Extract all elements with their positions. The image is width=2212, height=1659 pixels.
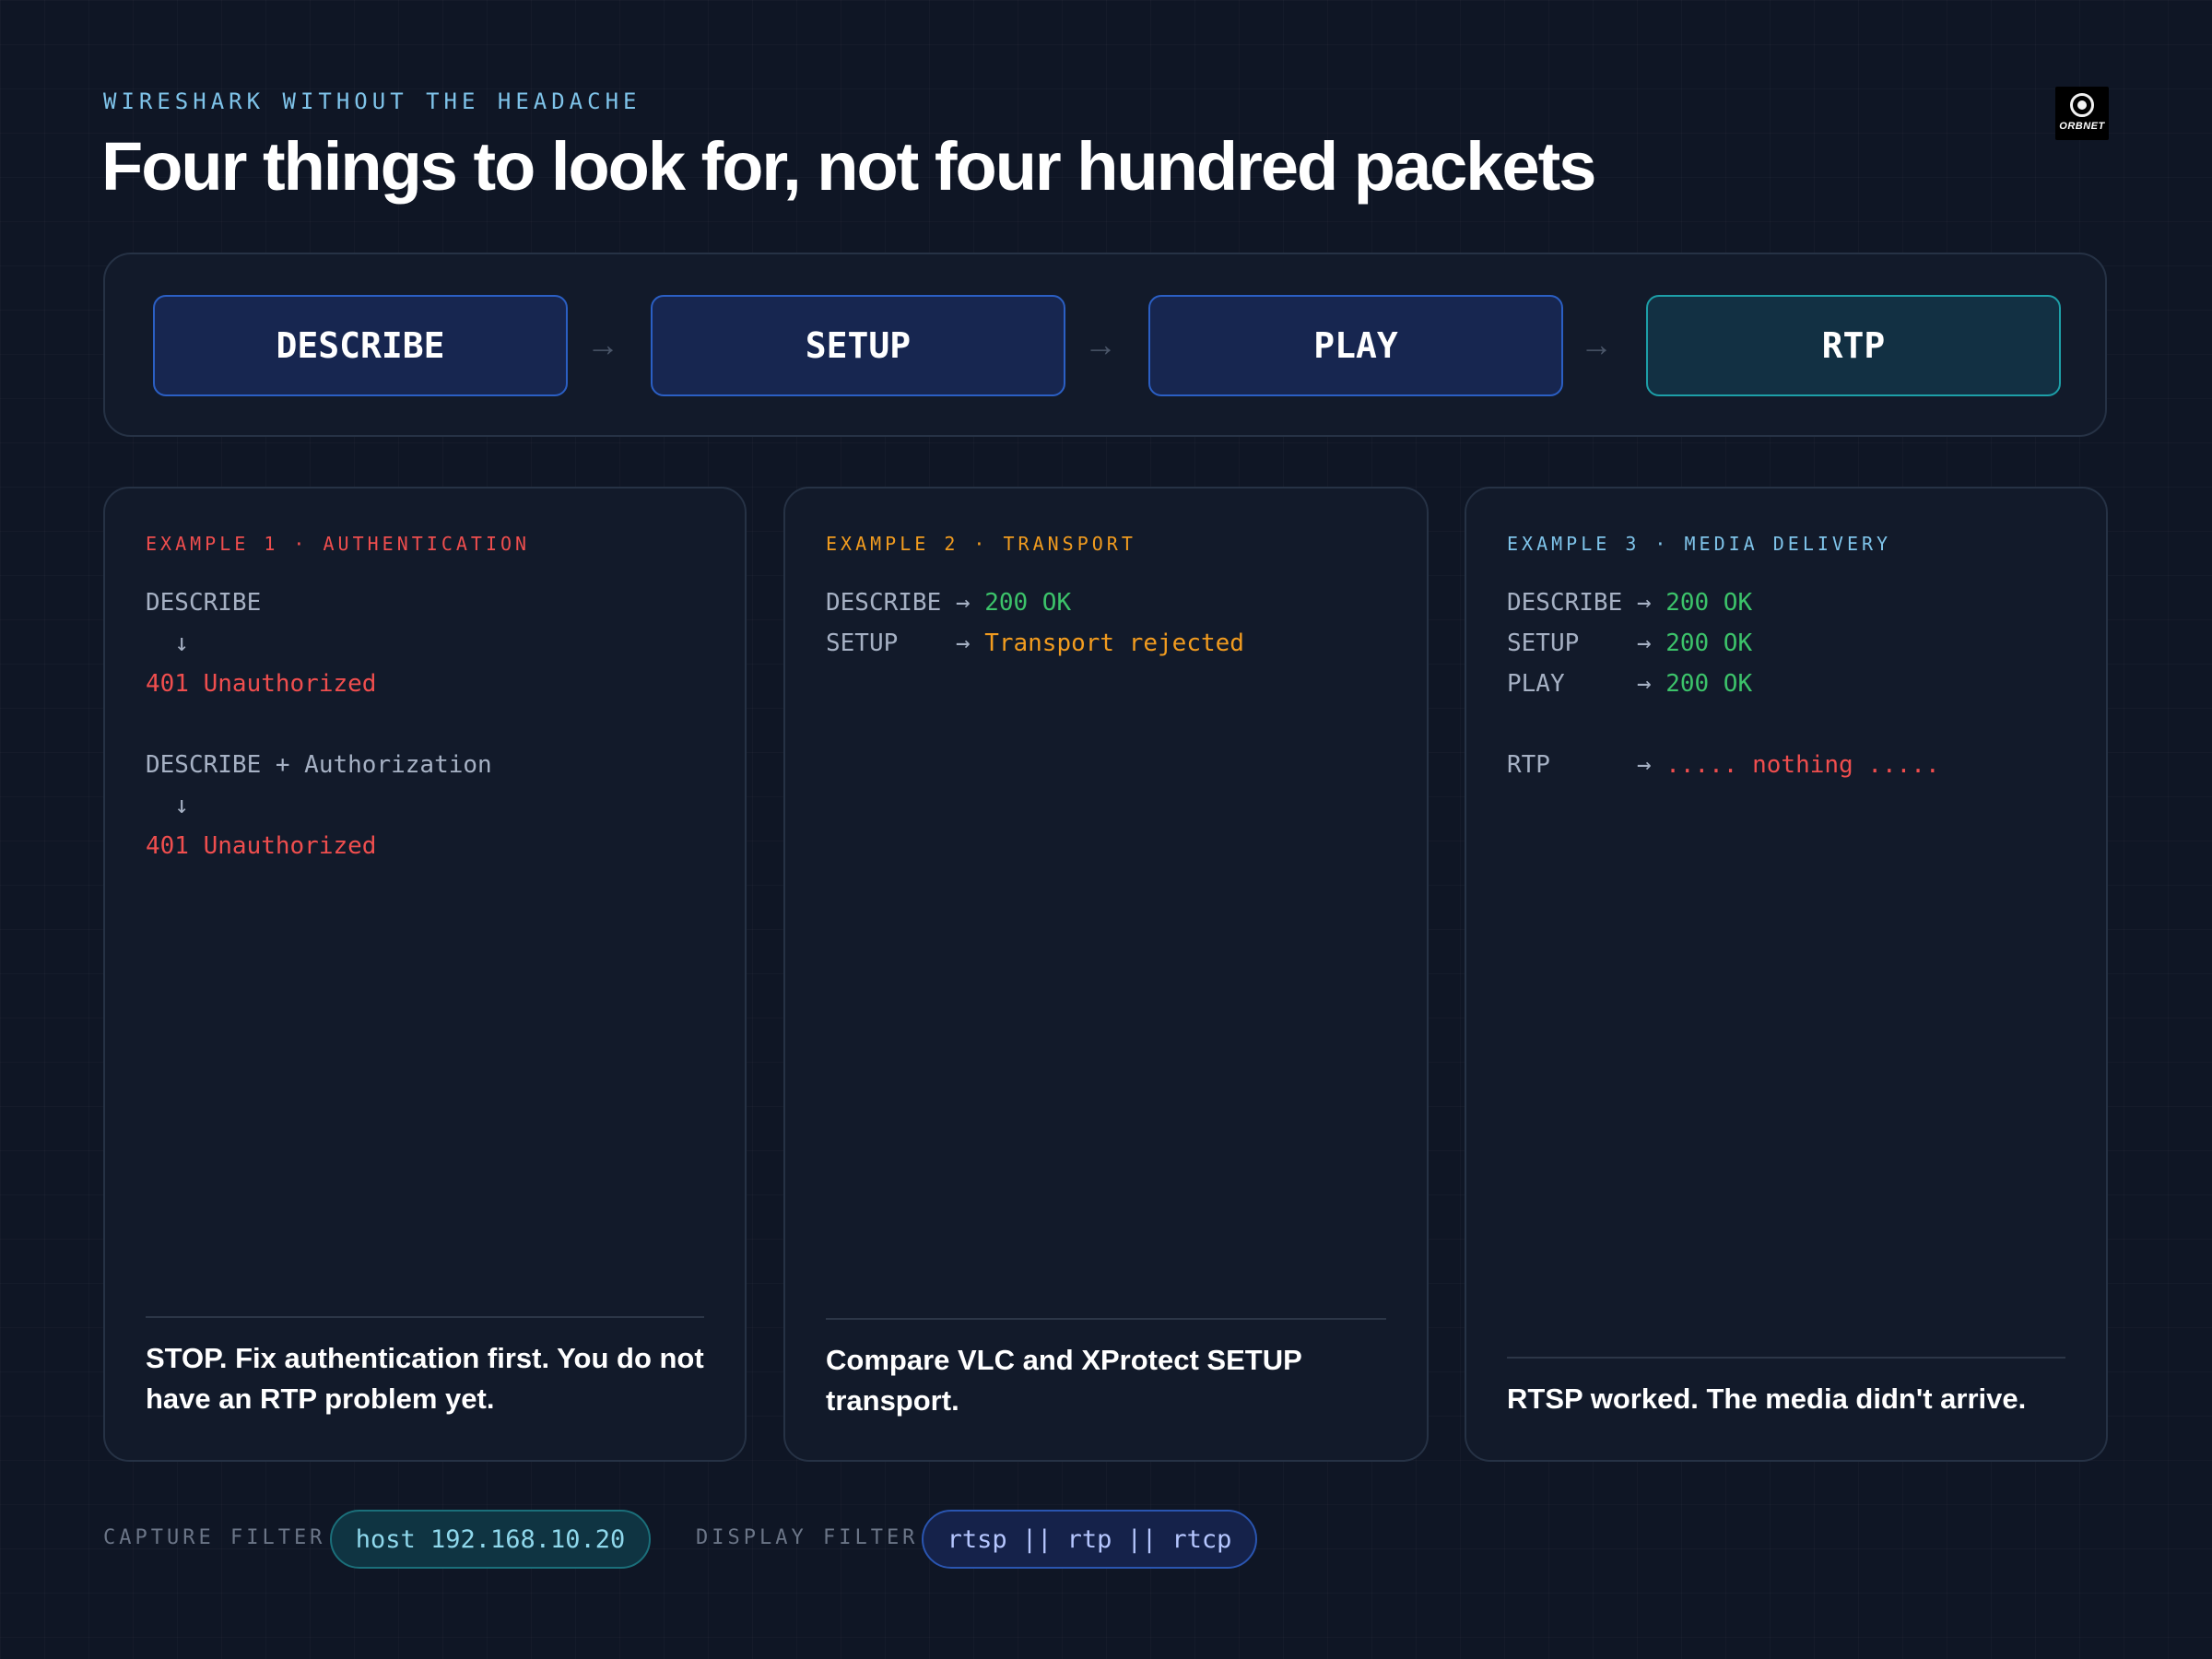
response-status: ..... nothing ..... — [1665, 751, 1940, 779]
sequence-line: RTP → ..... nothing ..... — [1507, 745, 1940, 785]
response-status: 200 OK — [1665, 670, 1753, 698]
display-filter-label: DISPLAY FILTER — [696, 1526, 919, 1549]
protocol-flow: DESCRIBE → SETUP → PLAY → RTP — [103, 253, 2107, 437]
packet-sequence: DESCRIBE ↓ 401 Unauthorized DESCRIBE + Aut… — [146, 582, 492, 866]
request-text: RTP → — [1507, 751, 1666, 779]
sequence-text: DESCRIBE — [146, 589, 262, 617]
request-text: SETUP → — [1507, 629, 1666, 657]
sequence-text: ↓ — [146, 792, 189, 819]
sequence-line: ↓ — [146, 623, 492, 664]
sequence-line — [146, 704, 492, 745]
sequence-line: SETUP → Transport rejected — [826, 623, 1244, 664]
request-text: SETUP → — [826, 629, 985, 657]
response-status: 200 OK — [984, 589, 1072, 617]
request-text: PLAY → — [1507, 670, 1666, 698]
divider — [146, 1316, 704, 1318]
takeaway: STOP. Fix authentication first. You do n… — [146, 1342, 704, 1415]
capture-filter-chip[interactable]: host 192.168.10.20 — [330, 1510, 651, 1569]
card-label: EXAMPLE 1 · AUTHENTICATION — [146, 533, 531, 555]
right-arrow-icon: → — [586, 325, 619, 363]
divider — [1507, 1357, 2065, 1359]
response-status: 200 OK — [1665, 629, 1753, 657]
step-describe: DESCRIBE — [153, 295, 568, 396]
display-filter-chip[interactable]: rtsp || rtp || rtcp — [922, 1510, 1257, 1569]
response-status: 200 OK — [1665, 589, 1753, 617]
sequence-line: DESCRIBE → 200 OK — [1507, 582, 1940, 623]
packet-sequence: DESCRIBE → 200 OK SETUP → 200 OK PLAY → 20… — [1507, 582, 1940, 785]
sequence-line: DESCRIBE — [146, 582, 492, 623]
sequence-line: PLAY → 200 OK — [1507, 664, 1940, 704]
takeaway: Compare VLC and XProtect SETUP transport… — [826, 1344, 1302, 1417]
right-arrow-icon: → — [1084, 325, 1117, 363]
sequence-line: SETUP → 200 OK — [1507, 623, 1940, 664]
example-card-media-delivery: EXAMPLE 3 · MEDIA DELIVERY DESCRIBE → 20… — [1465, 487, 2108, 1462]
example-card-transport: EXAMPLE 2 · TRANSPORT DESCRIBE → 200 OK S… — [783, 487, 1429, 1462]
card-label: EXAMPLE 3 · MEDIA DELIVERY — [1507, 533, 1892, 555]
sequence-text: ↓ — [146, 629, 189, 657]
card-label: EXAMPLE 2 · TRANSPORT — [826, 533, 1136, 555]
right-arrow-icon: → — [1580, 325, 1613, 363]
sequence-line — [1507, 704, 1940, 745]
sequence-text: DESCRIBE + Authorization — [146, 751, 492, 779]
step-play: PLAY — [1148, 295, 1563, 396]
sequence-text: 401 Unauthorized — [146, 832, 377, 860]
example-card-authentication: EXAMPLE 1 · AUTHENTICATION DESCRIBE ↓ 401… — [103, 487, 747, 1462]
takeaway: RTSP worked. The media didn't arrive. — [1507, 1382, 2027, 1415]
step-rtp: RTP — [1646, 295, 2061, 396]
sequence-line: DESCRIBE + Authorization — [146, 745, 492, 785]
sequence-line: 401 Unauthorized — [146, 664, 492, 704]
eyebrow: WIRESHARK WITHOUT THE HEADACHE — [103, 88, 641, 114]
sequence-text: 401 Unauthorized — [146, 670, 377, 698]
orbnet-logo: ORBNET — [2055, 87, 2109, 140]
logo-icon — [2070, 93, 2094, 117]
step-setup: SETUP — [651, 295, 1065, 396]
logo-wordmark: ORBNET — [2059, 121, 2105, 132]
packet-sequence: DESCRIBE → 200 OK SETUP → Transport rejec… — [826, 582, 1244, 664]
response-status: Transport rejected — [984, 629, 1244, 657]
page-title: Four things to look for, not four hundre… — [101, 128, 1596, 205]
capture-filter-label: CAPTURE FILTER — [103, 1526, 326, 1549]
divider — [826, 1318, 1386, 1320]
sequence-line: DESCRIBE → 200 OK — [826, 582, 1244, 623]
sequence-line: 401 Unauthorized — [146, 826, 492, 866]
request-text: DESCRIBE → — [1507, 589, 1666, 617]
sequence-line: ↓ — [146, 785, 492, 826]
request-text: DESCRIBE → — [826, 589, 985, 617]
